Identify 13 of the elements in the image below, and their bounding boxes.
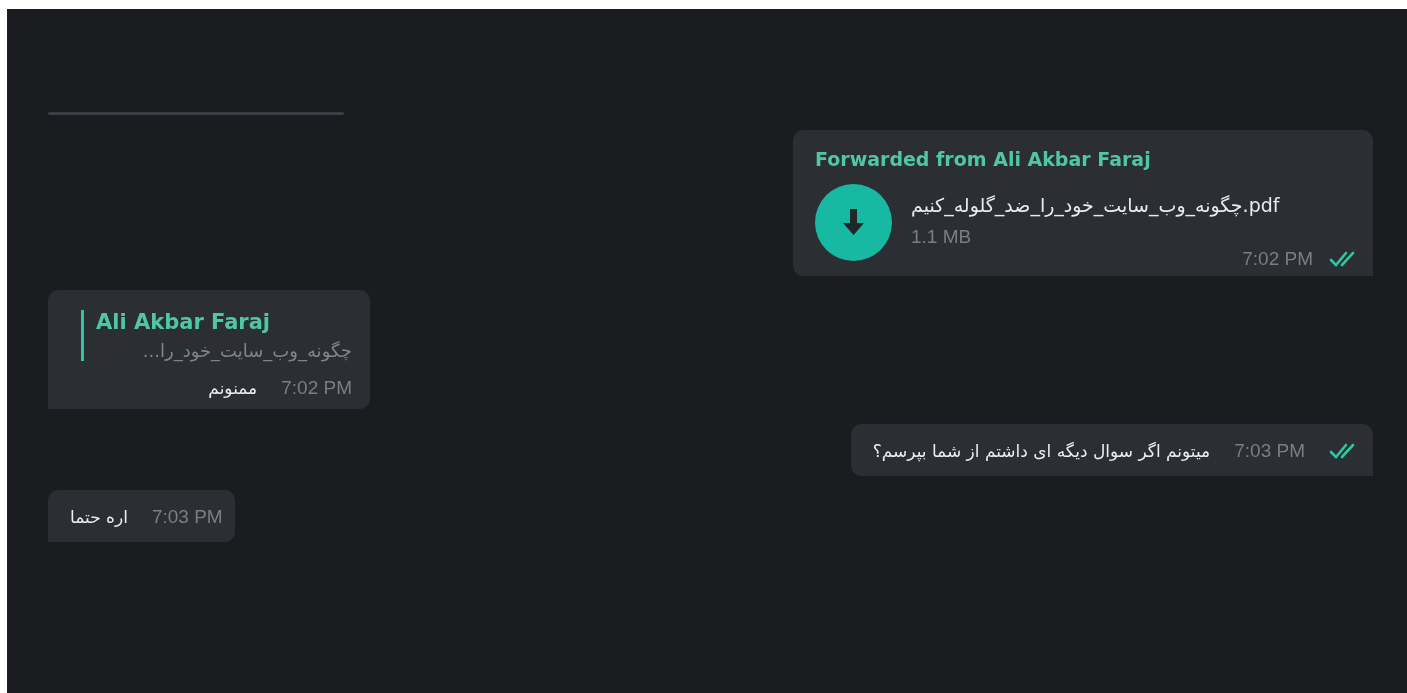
- message-text: اره حتما: [70, 507, 128, 527]
- file-size: 1.1 MB: [911, 226, 973, 248]
- message-text: ممنونم: [208, 378, 258, 398]
- message-time: 7:03 PM: [151, 506, 223, 528]
- message-time: 7:02 PM: [281, 377, 352, 399]
- download-icon[interactable]: [815, 184, 892, 261]
- message-time: 7:03 PM: [1234, 440, 1305, 462]
- message-time: 7:02 PM: [1242, 248, 1313, 270]
- reply-preview: چگونه_وب_سایت_خود_را...: [141, 340, 352, 361]
- reply-author: Ali Akbar Faraj: [96, 310, 272, 334]
- message-text: میتونم اگر سوال دیگه ای داشتم از شما بپرسم؟: [872, 441, 1211, 461]
- forwarded-label: Forwarded from Ali Akbar Faraj: [815, 148, 1152, 170]
- file-name: چگونه_وب_سایت_خود_را_ضد_گلوله_کنیم.pdf: [911, 194, 1281, 216]
